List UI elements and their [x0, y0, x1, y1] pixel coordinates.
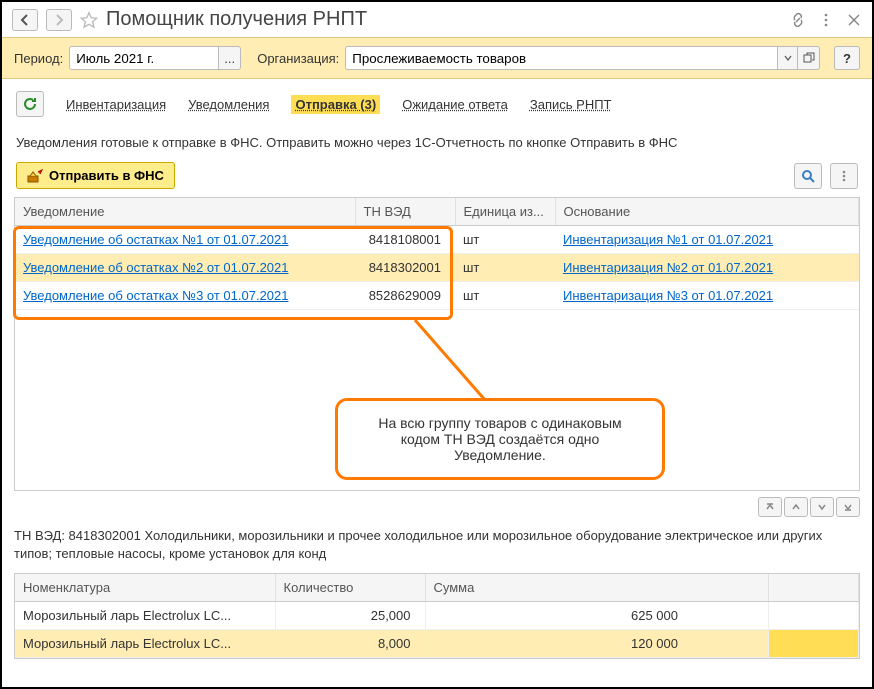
detail-row[interactable]: Морозильный ларь Electrolux LC... 8,000 … [15, 630, 859, 658]
tab-waiting[interactable]: Ожидание ответа [402, 97, 508, 112]
unit-cell: шт [455, 254, 555, 282]
tnved-cell: 8528629009 [355, 282, 455, 310]
item-qty: 25,000 [275, 602, 425, 630]
period-input[interactable] [69, 46, 219, 70]
item-sum: 120 000 [425, 630, 769, 658]
active-cell[interactable] [769, 630, 859, 658]
basis-link[interactable]: Инвентаризация №3 от 01.07.2021 [563, 288, 773, 303]
org-input[interactable] [345, 46, 778, 70]
org-open-button[interactable] [798, 46, 820, 70]
basis-link[interactable]: Инвентаризация №2 от 01.07.2021 [563, 260, 773, 275]
favorite-star-icon[interactable] [80, 11, 98, 29]
tab-notices[interactable]: Уведомления [188, 97, 269, 112]
tab-inventory[interactable]: Инвентаризация [66, 97, 166, 112]
send-to-fns-button[interactable]: Отправить в ФНС [16, 162, 175, 189]
col-notice[interactable]: Уведомление [15, 198, 355, 226]
tnved-cell: 8418302001 [355, 254, 455, 282]
item-name: Морозильный ларь Electrolux LC... [15, 602, 275, 630]
item-sum: 625 000 [425, 602, 769, 630]
description-text: Уведомления готовые к отправке в ФНС. От… [2, 129, 872, 162]
col2-qty[interactable]: Количество [275, 574, 425, 602]
window-title: Помощник получения РНПТ [106, 8, 782, 31]
scroll-up-button[interactable] [784, 497, 808, 517]
unit-cell: шт [455, 282, 555, 310]
period-label: Период: [14, 51, 63, 66]
nav-forward-button[interactable] [46, 9, 72, 31]
basis-link[interactable]: Инвентаризация №1 от 01.07.2021 [563, 232, 773, 247]
more-actions-button[interactable] [830, 163, 858, 189]
org-dropdown-button[interactable] [778, 46, 798, 70]
unit-cell: шт [455, 226, 555, 254]
send-button-label: Отправить в ФНС [49, 168, 164, 183]
item-qty: 8,000 [275, 630, 425, 658]
col2-name[interactable]: Номенклатура [15, 574, 275, 602]
close-icon[interactable] [846, 12, 862, 28]
col-unit[interactable]: Единица из... [455, 198, 555, 226]
col-basis[interactable]: Основание [555, 198, 859, 226]
col-tnved[interactable]: ТН ВЭД [355, 198, 455, 226]
notice-link[interactable]: Уведомление об остатках №2 от 01.07.2021 [23, 260, 288, 275]
table-row[interactable]: Уведомление об остатках №2 от 01.07.2021… [15, 254, 859, 282]
more-icon[interactable] [818, 12, 834, 28]
col2-sum[interactable]: Сумма [425, 574, 769, 602]
org-label: Организация: [257, 51, 339, 66]
notice-link[interactable]: Уведомление об остатках №3 от 01.07.2021 [23, 288, 288, 303]
tab-send[interactable]: Отправка (3) [291, 95, 380, 114]
refresh-button[interactable] [16, 91, 44, 117]
nav-back-button[interactable] [12, 9, 38, 31]
annotation-connector [395, 320, 515, 410]
send-icon [27, 169, 43, 183]
scroll-down-button[interactable] [810, 497, 834, 517]
scroll-bottom-button[interactable] [836, 497, 860, 517]
notice-link[interactable]: Уведомление об остатках №1 от 01.07.2021 [23, 232, 288, 247]
item-name: Морозильный ларь Electrolux LC... [15, 630, 275, 658]
scroll-top-button[interactable] [758, 497, 782, 517]
tab-record[interactable]: Запись РНПТ [530, 97, 612, 112]
link-icon[interactable] [790, 12, 806, 28]
period-picker-button[interactable]: ... [219, 46, 241, 70]
help-button[interactable]: ? [834, 46, 860, 70]
detail-row[interactable]: Морозильный ларь Electrolux LC... 25,000… [15, 602, 859, 630]
tnved-description: ТН ВЭД: 8418302001 Холодильники, морозил… [2, 523, 872, 573]
annotation-callout: На всю группу товаров с одинаковым кодом… [335, 398, 665, 480]
col2-extra [769, 574, 859, 602]
table-row[interactable]: Уведомление об остатках №3 от 01.07.2021… [15, 282, 859, 310]
table-row[interactable]: Уведомление об остатках №1 от 01.07.2021… [15, 226, 859, 254]
search-button[interactable] [794, 163, 822, 189]
tnved-cell: 8418108001 [355, 226, 455, 254]
